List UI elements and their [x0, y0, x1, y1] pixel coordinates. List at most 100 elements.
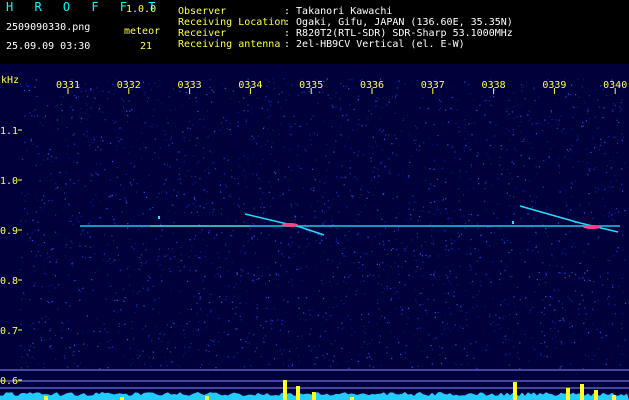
- noise-dot: [349, 173, 351, 175]
- noise-dot: [449, 282, 452, 284]
- noise-dot: [262, 158, 264, 160]
- noise-dot: [226, 128, 228, 130]
- noise-dot: [103, 253, 105, 255]
- noise-dot: [471, 122, 473, 125]
- noise-dot: [331, 104, 333, 106]
- noise-dot: [409, 161, 411, 164]
- noise-dot: [320, 279, 323, 282]
- noise-dot: [269, 274, 271, 276]
- noise-dot: [129, 347, 131, 350]
- noise-dot: [206, 344, 208, 346]
- noise-dot: [545, 272, 547, 274]
- noise-dot: [159, 275, 162, 278]
- noise-dot: [429, 255, 431, 257]
- noise-dot: [587, 112, 589, 114]
- noise-dot: [216, 234, 218, 236]
- noise-dot: [263, 206, 265, 209]
- noise-dot: [78, 289, 80, 291]
- noise-dot: [37, 363, 39, 365]
- noise-dot: [299, 125, 301, 127]
- noise-dot: [242, 270, 244, 272]
- noise-dot: [370, 157, 372, 159]
- noise-dot: [159, 333, 161, 335]
- noise-dot: [613, 156, 615, 158]
- noise-dot: [453, 362, 455, 364]
- noise-dot: [266, 237, 268, 239]
- noise-dot: [163, 163, 166, 165]
- noise-dot: [170, 136, 172, 138]
- noise-dot: [69, 179, 71, 181]
- noise-dot: [273, 171, 276, 173]
- noise-dot: [502, 318, 504, 320]
- noise-dot: [315, 240, 317, 242]
- noise-dot: [43, 242, 45, 244]
- noise-dot: [225, 185, 227, 188]
- noise-dot: [431, 348, 434, 350]
- noise-dot: [122, 288, 124, 290]
- date-time: 25.09.09 03:30: [6, 41, 91, 52]
- noise-dot: [87, 223, 89, 225]
- minute-label: 0331: [56, 80, 80, 91]
- noise-dot: [358, 267, 360, 269]
- noise-dot: [24, 115, 26, 117]
- noise-dot: [607, 278, 609, 280]
- noise-dot: [498, 324, 500, 326]
- minute-label: 0335: [299, 80, 323, 91]
- noise-dot: [199, 232, 201, 234]
- noise-dot: [80, 117, 83, 119]
- noise-dot: [247, 240, 249, 242]
- noise-dot: [86, 109, 88, 111]
- noise-dot: [304, 302, 306, 305]
- noise-dot: [70, 329, 72, 331]
- noise-dot: [199, 251, 202, 253]
- noise-dot: [512, 129, 514, 131]
- noise-dot: [289, 257, 291, 259]
- noise-dot: [271, 146, 273, 148]
- noise-dot: [76, 162, 78, 164]
- noise-dot: [423, 142, 425, 144]
- noise-dot: [408, 175, 410, 177]
- noise-dot: [349, 104, 351, 106]
- noise-dot: [608, 136, 610, 138]
- noise-dot: [20, 345, 22, 347]
- noise-dot: [38, 153, 40, 155]
- noise-dot: [279, 163, 281, 165]
- noise-dot: [139, 148, 141, 150]
- noise-dot: [485, 274, 487, 276]
- noise-dot: [608, 260, 610, 262]
- noise-dot: [531, 306, 534, 308]
- noise-dot: [357, 363, 359, 365]
- noise-dot: [500, 283, 502, 285]
- noise-dot: [533, 87, 535, 89]
- noise-dot: [390, 299, 392, 301]
- noise-dot: [314, 210, 316, 212]
- noise-dot: [297, 165, 299, 167]
- noise-dot: [621, 353, 623, 355]
- noise-dot: [384, 221, 386, 223]
- noise-dot: [494, 330, 496, 332]
- noise-dot: [313, 187, 315, 189]
- noise-dot: [289, 129, 291, 131]
- noise-dot: [579, 262, 581, 265]
- noise-dot: [492, 261, 494, 263]
- noise-dot: [534, 291, 536, 293]
- noise-dot: [238, 158, 240, 160]
- noise-dot: [535, 246, 537, 248]
- noise-dot: [187, 170, 189, 172]
- noise-dot: [224, 183, 226, 186]
- noise-dot: [183, 140, 185, 142]
- noise-dot: [517, 352, 519, 354]
- noise-dot: [251, 139, 253, 141]
- noise-dot: [381, 161, 383, 163]
- noise-dot: [169, 166, 171, 168]
- noise-dot: [297, 203, 299, 205]
- minute-label: 0334: [238, 80, 262, 91]
- noise-dot: [118, 259, 120, 261]
- noise-dot: [441, 167, 444, 169]
- noise-dot: [49, 148, 51, 151]
- noise-dot: [239, 251, 242, 253]
- meteor-label: meteor: [124, 26, 161, 37]
- noise-dot: [530, 303, 532, 305]
- noise-dot: [208, 212, 211, 214]
- noise-dot: [463, 348, 465, 350]
